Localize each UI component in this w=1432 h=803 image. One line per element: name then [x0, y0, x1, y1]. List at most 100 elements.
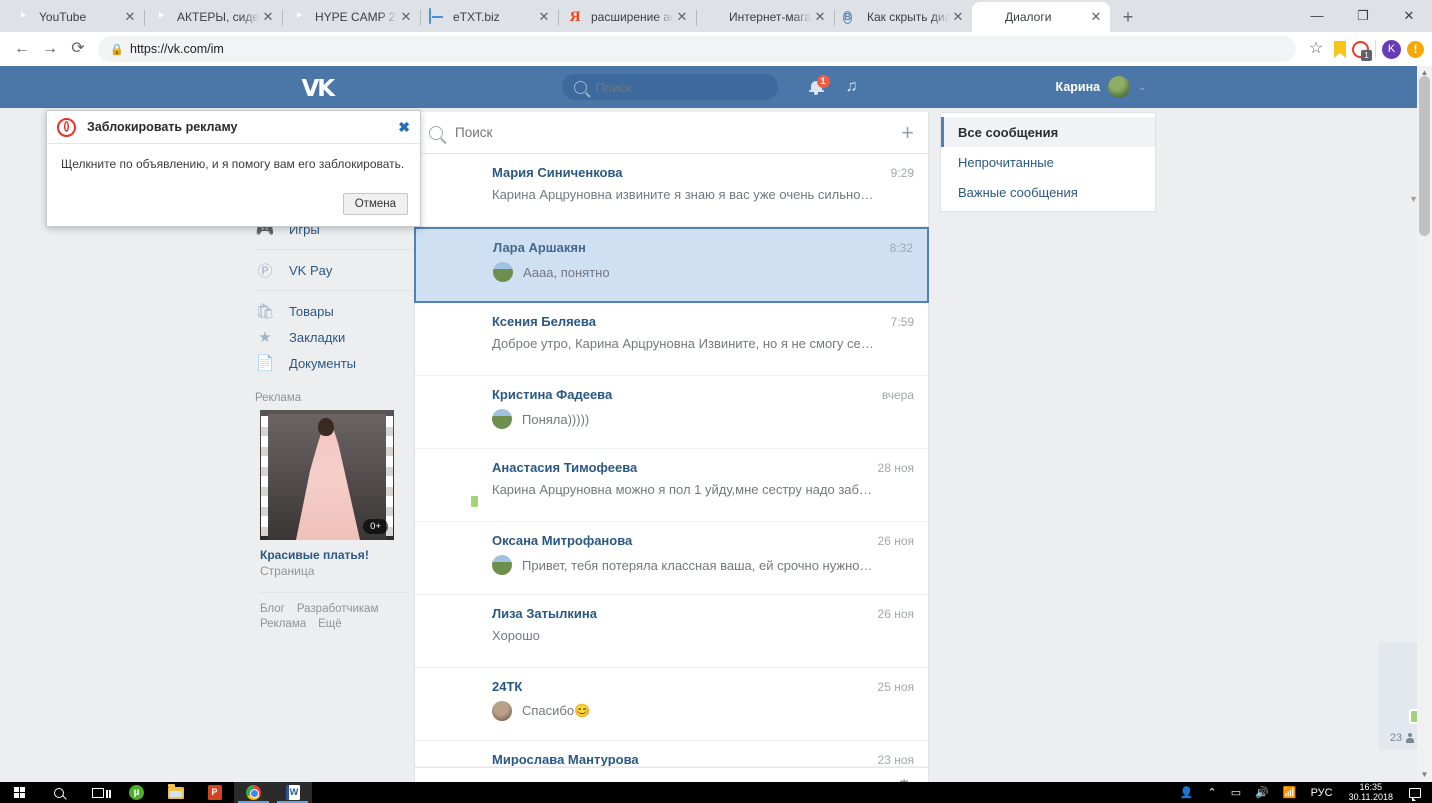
vk-user-menu[interactable]: Карина ⌄ — [1056, 66, 1189, 108]
chrome-profile-avatar[interactable]: K — [1382, 39, 1401, 59]
file-explorer-app[interactable] — [156, 782, 195, 803]
popup-message: Щелкните по объявлению, и я помогу вам е… — [61, 157, 405, 171]
tab-close-icon[interactable]: ✕ — [1088, 9, 1104, 25]
powerpoint-app[interactable]: P — [195, 782, 234, 803]
avatar[interactable] — [1385, 650, 1419, 684]
vk-search-box[interactable] — [561, 74, 778, 100]
divider — [255, 290, 421, 291]
address-bar[interactable]: 🔒 https://vk.com/im — [98, 36, 1296, 62]
tab-close-icon[interactable]: ✕ — [122, 9, 138, 25]
tab-close-icon[interactable]: ✕ — [674, 9, 690, 25]
ad-block[interactable]: 0+ Красивые платья! Страница Блог Разраб… — [260, 410, 410, 630]
tab-close-icon[interactable]: ✕ — [260, 9, 276, 25]
dialog-row-selected[interactable]: Лара Аршакян 8:32 Аааа, понятно — [414, 227, 929, 303]
dialog-name: Мария Синиченкова — [492, 165, 623, 180]
battery-icon[interactable]: ▭ — [1224, 782, 1248, 803]
dialog-row[interactable]: 24ТК 25 ноя Спасибо😊 — [415, 668, 928, 741]
avatar — [429, 533, 479, 583]
browser-tab[interactable]: YouTube ✕ — [6, 2, 145, 32]
footer-link-developers[interactable]: Разработчикам — [297, 603, 379, 615]
divider — [255, 249, 421, 250]
dialog-row[interactable]: Кристина Фадеева вчера Поняла))))) — [415, 376, 928, 449]
tab-title: АКТЕРЫ, сидевши — [177, 10, 260, 24]
minimize-button[interactable]: — — [1294, 0, 1340, 32]
dialog-row[interactable]: Ксения Беляева 7:59 Доброе утро, Карина … — [415, 303, 928, 376]
sidebar-item-bookmarks[interactable]: ★ Закладки — [243, 324, 433, 350]
back-button[interactable]: ← — [8, 35, 36, 63]
chevron-down-icon[interactable]: ⌄ — [1138, 82, 1146, 93]
browser-tab[interactable]: Интернет-магази ✕ — [696, 2, 835, 32]
ad-image[interactable]: 0+ — [260, 410, 394, 540]
browser-tab[interactable]: B Как скрыть диало ✕ — [834, 2, 973, 32]
show-hidden-icons-button[interactable]: ⌃ — [1201, 782, 1224, 803]
notification-icon[interactable] — [1402, 782, 1428, 803]
reload-button[interactable]: ⟳ — [64, 35, 92, 63]
utorrent-app[interactable]: µ — [117, 782, 156, 803]
volume-icon[interactable]: 🔊 — [1248, 782, 1276, 803]
tab-close-icon[interactable]: ✕ — [812, 9, 828, 25]
tab-close-icon[interactable]: ✕ — [536, 9, 552, 25]
language-indicator[interactable]: РУС — [1304, 782, 1340, 803]
new-tab-button[interactable]: + — [1114, 4, 1142, 32]
browser-tab[interactable]: HYPE CAMP 2.0 // ✕ — [282, 2, 421, 32]
dialogs-search-bar[interactable]: + — [415, 112, 928, 154]
forward-button[interactable]: → — [36, 35, 64, 63]
footer-link-ads[interactable]: Реклама — [260, 618, 306, 630]
dialog-name: Оксана Митрофанова — [492, 533, 633, 548]
page-scrollbar[interactable]: ▲ ▼ — [1417, 66, 1432, 782]
chrome-app[interactable] — [234, 782, 273, 803]
footer-link-blog[interactable]: Блог — [260, 603, 285, 615]
tab-close-icon[interactable]: ✕ — [950, 9, 966, 25]
sidebar-item-goods[interactable]: 🛍 Товары — [243, 298, 433, 324]
browser-tab[interactable]: Я расширение adbl ✕ — [558, 2, 697, 32]
browser-tab[interactable]: АКТЕРЫ, сидевши ✕ — [144, 2, 283, 32]
ad-title[interactable]: Красивые платья! — [260, 548, 394, 562]
dialog-row[interactable]: Оксана Митрофанова 26 ноя Привет, тебя п… — [415, 522, 928, 595]
lock-icon: 🔒 — [110, 43, 124, 56]
start-button[interactable] — [0, 782, 39, 803]
youtube-icon — [291, 9, 307, 25]
wifi-icon[interactable]: 📶 — [1276, 782, 1304, 803]
dialog-row[interactable]: Анастасия Тимофеева 28 ноя Карина Арцрун… — [415, 449, 928, 522]
tab-title: eTXT.biz — [453, 10, 500, 24]
scrollbar-thumb[interactable] — [1419, 76, 1430, 236]
close-window-button[interactable]: ✕ — [1386, 0, 1432, 32]
avatar — [429, 165, 479, 215]
music-note-icon[interactable]: ♫ — [846, 78, 858, 96]
avatar[interactable] — [1385, 691, 1420, 725]
sidebar-item-documents[interactable]: 📄 Документы — [243, 350, 433, 376]
filter-unread[interactable]: Непрочитанные — [941, 147, 1155, 177]
opera-adblock-extension-icon[interactable]: 1 — [1352, 40, 1372, 61]
cancel-button[interactable]: Отмена — [342, 193, 408, 215]
people-icon[interactable]: 👤 — [1173, 782, 1201, 803]
dialog-row[interactable]: Мирослава Мантурова 23 ноя — [415, 741, 928, 767]
adblock-popup[interactable]: Заблокировать рекламу ✖ Щелкните по объя… — [46, 110, 421, 227]
warning-extension-icon[interactable]: ! — [1407, 40, 1424, 58]
bookmark-extension-icon[interactable] — [1334, 40, 1346, 58]
search-button[interactable] — [39, 782, 78, 803]
close-icon[interactable]: ✖ — [398, 119, 410, 136]
browser-tab[interactable]: eTXT.biz ✕ — [420, 2, 559, 32]
clock[interactable]: 16:35 30.11.2018 — [1340, 782, 1402, 803]
task-view-button[interactable] — [78, 782, 117, 803]
scroll-down-arrow[interactable]: ▼ — [1417, 768, 1432, 782]
dialogs-search-input[interactable] — [455, 125, 902, 140]
dialog-row[interactable]: Лиза Затылкина 26 ноя Хорошо — [415, 595, 928, 668]
tab-close-icon[interactable]: ✕ — [398, 9, 414, 25]
dialog-time: 9:29 — [890, 166, 914, 180]
vk-logo[interactable]: VK — [302, 76, 342, 102]
maximize-button[interactable]: ❐ — [1340, 0, 1386, 32]
powerpoint-icon: P — [207, 785, 222, 800]
footer-link-more[interactable]: Ещё — [318, 618, 342, 630]
bookmark-star-icon[interactable]: ☆ — [1302, 35, 1330, 63]
browser-tab-active[interactable]: Диалоги ✕ — [972, 2, 1110, 32]
word-app[interactable]: W — [273, 782, 312, 803]
notifications-bell-icon[interactable]: 1 — [808, 74, 830, 95]
filter-all-messages[interactable]: Все сообщения — [941, 117, 1155, 147]
dialog-preview-wrap: Привет, тебя потеряла классная ваша, ей … — [492, 555, 914, 575]
sidebar-item-vkpay[interactable]: Ⓟ VK Pay — [243, 257, 433, 283]
vk-search-input[interactable] — [595, 79, 766, 95]
new-message-button[interactable]: + — [901, 121, 914, 143]
dialog-row[interactable]: Мария Синиченкова 9:29 Карина Арцруновна… — [415, 154, 928, 227]
filter-important[interactable]: Важные сообщения — [941, 177, 1155, 207]
